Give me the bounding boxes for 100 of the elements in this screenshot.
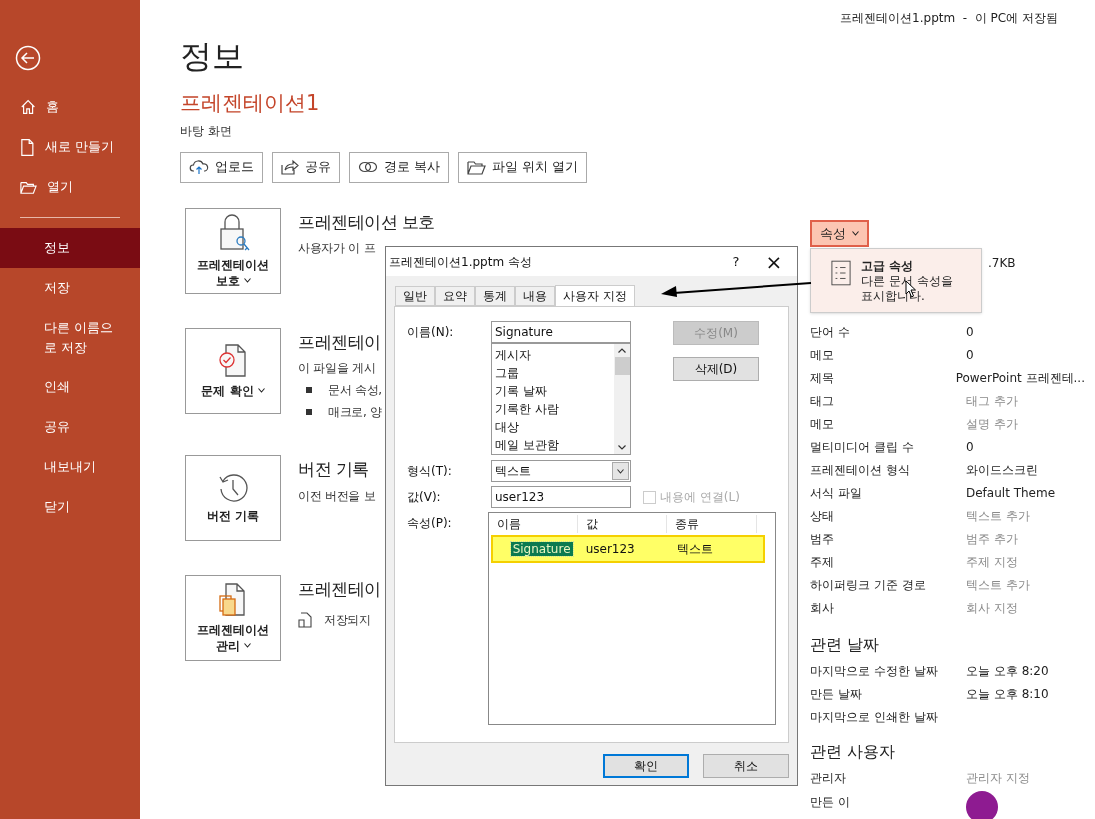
property-value[interactable]: 설명 추가 [966,414,1018,433]
bullet-text: 매크로, 양 [328,404,382,421]
dialog-tab[interactable]: 사용자 지정 [555,285,635,307]
property-label: 주제 [810,553,835,571]
document-name: 프레젠테이션1 [180,90,321,117]
section-heading: 관련 날짜 [810,634,881,656]
list-icon [831,259,851,287]
property-label: 회사 [810,599,835,617]
table-row[interactable]: Signature user123 텍스트 [490,535,765,563]
sidebar-item[interactable]: 내보내기 [0,447,140,487]
bullet-icon [306,409,312,415]
property-label: 상태 [810,507,835,525]
caret-icon [243,277,251,283]
property-value: 0 [966,346,974,364]
close-button[interactable]: × [751,247,797,276]
history-clock-icon [217,472,249,504]
avatar [966,791,998,819]
person-label: 관리자 [810,770,847,787]
caret-icon [257,387,265,393]
scrollbar-thumb[interactable] [614,357,630,375]
field-label: 이름(N): [407,324,455,341]
scrollbar[interactable] [614,344,630,454]
section-description: 이전 버전을 보 [298,487,376,505]
column-header[interactable]: 이름 [488,515,578,533]
action-button[interactable]: 파일 위치 열기 [458,151,588,183]
property-label: 메모 [810,415,835,433]
type-dropdown[interactable]: 텍스트 [491,460,631,482]
section-description: 이 파일을 게시 [298,360,376,377]
date-value: 오늘 오후 8:20 [966,662,1049,680]
section-heading: 관련 사용자 [810,741,897,763]
table-cell-text: user123 [584,541,636,558]
size-value: .7KB [988,254,1016,272]
property-label: 멀티미디어 클립 수 [810,438,915,456]
dialog-tab[interactable]: 내용 [515,286,555,306]
sidebar-item[interactable]: 인쇄 [0,367,140,407]
property-label: 서식 파일 [810,484,863,502]
dialog-tab[interactable]: 일반 [395,286,435,306]
property-value: 와이드스크린 [966,461,1038,479]
action-button[interactable]: 업로드 [180,151,263,183]
property-label: 하이퍼링크 기준 경로 [810,576,927,594]
sidebar-item[interactable]: 새로 만들기 [0,127,140,167]
action-button[interactable]: 공유 [272,151,340,183]
dialog-tab[interactable]: 통계 [475,286,515,306]
list-option[interactable]: 대상 [495,418,611,436]
property-label: 단어 수 [810,323,851,341]
sidebar-item[interactable]: 정보 [0,228,140,268]
section-button[interactable]: 버전 기록 [185,455,281,541]
ok-button[interactable]: 확인 [603,754,689,778]
help-button[interactable]: ? [721,247,751,276]
property-value[interactable]: 텍스트 추가 [966,506,1030,525]
list-option[interactable]: 게시자 [495,346,611,364]
property-value[interactable]: 태그 추가 [966,391,1018,410]
person-value[interactable]: 관리자 지정 [966,769,1030,787]
sidebar-item[interactable]: 닫기 [0,487,140,527]
list-option[interactable]: 기록한 사람 [495,400,611,418]
section-button[interactable]: 문제 확인 [185,327,281,414]
sidebar-item[interactable]: 공유 [0,407,140,447]
property-label: 범주 [810,530,835,548]
column-header[interactable]: 값 [577,515,667,533]
property-value[interactable]: 텍스트 추가 [966,575,1030,594]
sidebar-item[interactable]: 홈 [0,87,140,127]
section-title: 프레젠테이 [298,330,381,354]
table-cell: Signature [510,542,573,556]
section-button[interactable]: 프레젠테이션 보호 [185,207,281,294]
delete-button[interactable]: 삭제(D) [673,357,759,381]
date-label: 마지막으로 수정한 날짜 [810,662,939,680]
section-title: 버전 기록 [298,458,369,481]
scroll-up-icon[interactable] [618,348,626,353]
date-label: 마지막으로 인쇄한 날짜 [810,708,939,726]
date-value: 오늘 오후 8:10 [966,685,1049,703]
field-label: 속성(P): [407,515,453,532]
checkbox-label: 내용에 연결(L) [660,489,740,506]
property-value[interactable]: 범주 추가 [966,529,1018,548]
field-label: 값(V): [407,489,442,506]
properties-button[interactable]: 속성 [810,220,869,247]
list-option[interactable]: 기록 날짜 [495,382,611,400]
cancel-button[interactable]: 취소 [703,754,789,778]
sidebar-item[interactable]: 열기 [0,167,140,207]
property-value: PowerPoint 프레젠테... [955,369,1085,387]
column-header[interactable]: 종류 [666,515,757,533]
section-button[interactable]: 프레젠테이션 관리 [185,575,281,661]
action-button[interactable]: 경로 복사 [349,151,450,183]
name-listbox[interactable]: 게시자 그룹 기록 날짜 기록한 사람 대상 메일 보관함 [491,343,631,455]
section-title: 프레젠테이 [298,578,381,601]
list-option[interactable]: 그룹 [495,364,611,382]
value-field[interactable]: user123 [491,486,631,508]
sidebar-item[interactable]: 저장 [0,268,140,308]
section-title: 프레젠테이션 보호 [298,210,435,234]
property-value: 0 [966,323,974,341]
sidebar-item[interactable]: 다른 이름으로 저장 [0,308,140,367]
dialog-tab[interactable]: 요약 [435,286,475,306]
name-field[interactable]: Signature [491,321,631,343]
list-option[interactable]: 메일 보관함 [495,436,611,454]
caret-icon [852,231,859,236]
scroll-down-icon[interactable] [618,445,626,450]
section-description: 저장되지 [324,611,371,629]
property-value[interactable]: 회사 지정 [966,598,1018,617]
property-value[interactable]: 주제 지정 [966,552,1018,571]
person-label: 만든 이 [810,794,851,811]
back-button[interactable] [15,45,41,71]
